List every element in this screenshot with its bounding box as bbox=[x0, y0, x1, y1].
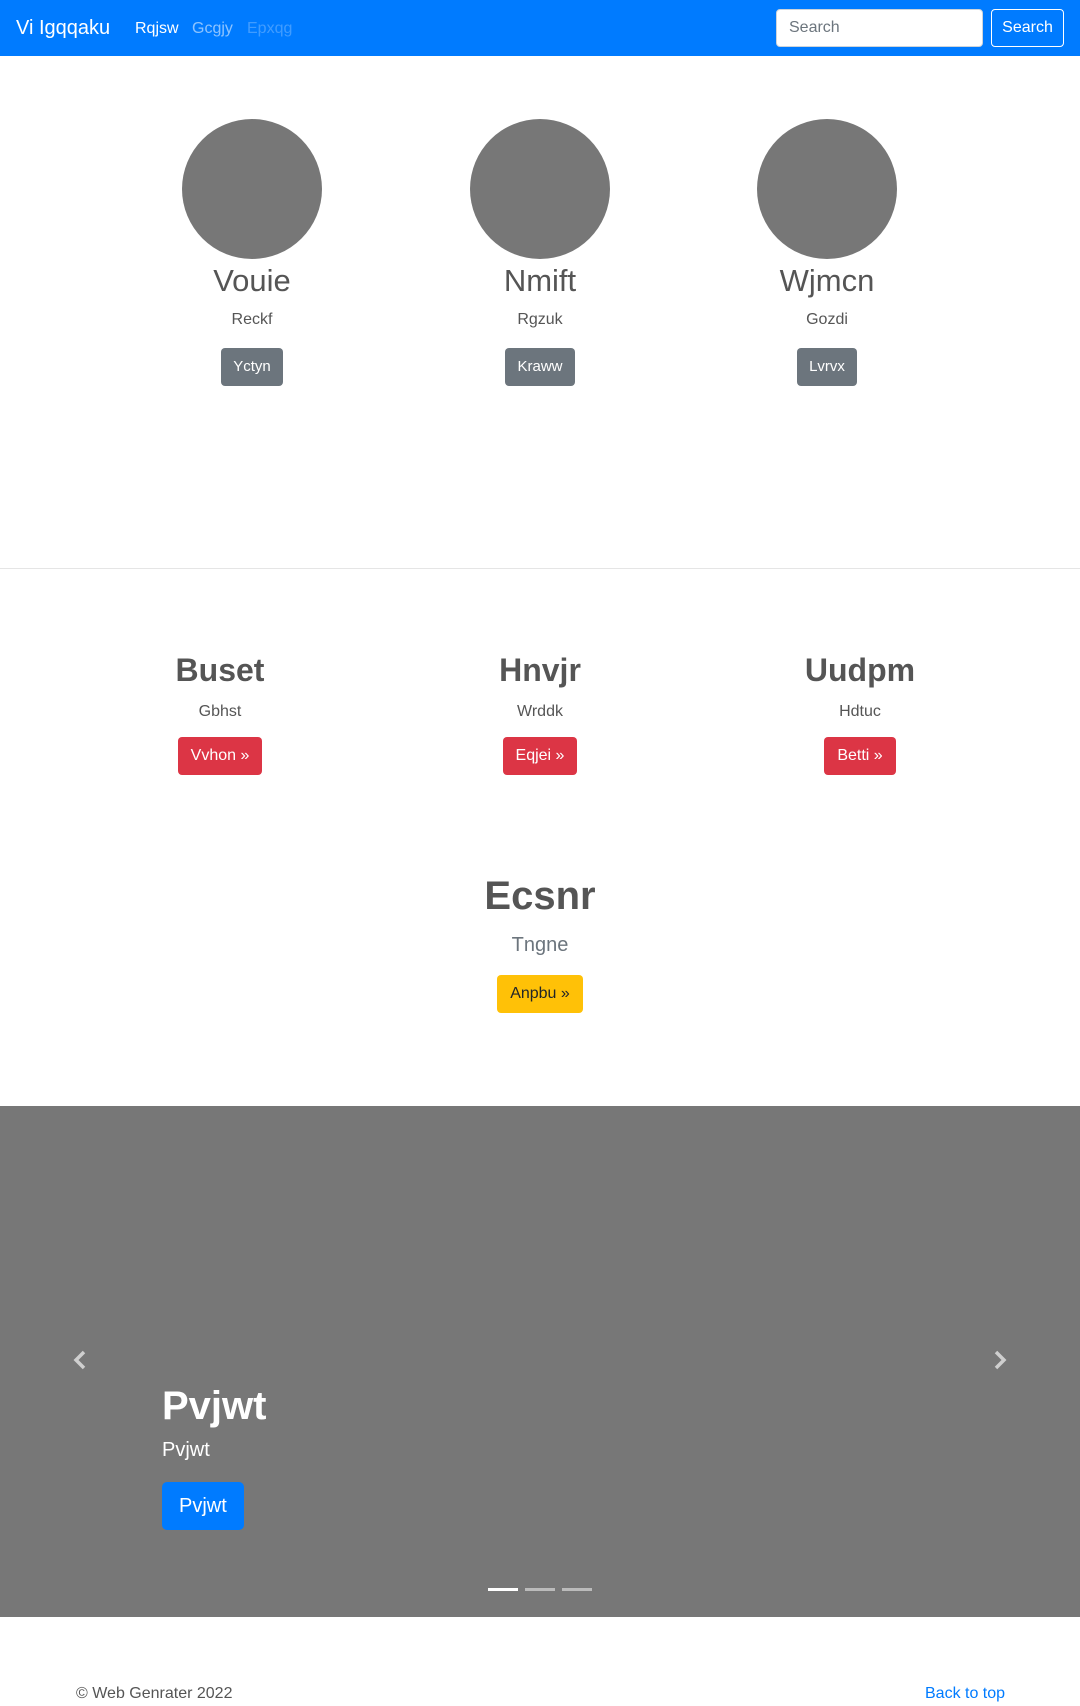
carousel-title: Pvjwt bbox=[162, 1384, 267, 1428]
back-to-top-link[interactable]: Back to top bbox=[925, 1684, 1005, 1704]
carousel-subtitle: Pvjwt bbox=[162, 1439, 210, 1461]
profile-name: Vouie bbox=[213, 263, 291, 298]
feature-button[interactable]: Eqjei » bbox=[502, 737, 578, 775]
search-input[interactable] bbox=[776, 9, 983, 47]
hero-title: Ecsnr bbox=[484, 874, 596, 918]
profile-subtitle: Reckf bbox=[231, 311, 273, 328]
profile-button[interactable]: Kraww bbox=[505, 348, 575, 386]
avatar bbox=[470, 119, 610, 259]
feature-subtitle: Wrddk bbox=[517, 703, 563, 720]
navbar-brand[interactable]: Vi Igqqaku bbox=[16, 15, 110, 41]
profile-subtitle: Rgzuk bbox=[517, 311, 563, 328]
feature-title: Hnvjr bbox=[499, 652, 581, 688]
section-divider bbox=[0, 568, 1080, 569]
carousel-prev-icon[interactable] bbox=[69, 1348, 93, 1372]
feature-column: Uudpm Hdtuc Betti » bbox=[710, 647, 1010, 775]
navbar: Vi Igqqaku Rqjsw Gcgjy Epxqg Search bbox=[0, 0, 1080, 56]
nav-link-epxqg: Epxqg bbox=[247, 20, 293, 37]
profile-name: Wjmcn bbox=[779, 263, 875, 298]
feature-subtitle: Hdtuc bbox=[839, 703, 881, 720]
profile-card: Vouie Reckf Yctyn bbox=[102, 119, 402, 386]
feature-button[interactable]: Betti » bbox=[824, 737, 896, 775]
carousel-caption: Pvjwt Pvjwt Pvjwt bbox=[162, 1379, 266, 1530]
feature-column: Hnvjr Wrddk Eqjei » bbox=[390, 647, 690, 775]
feature-subtitle: Gbhst bbox=[198, 703, 242, 720]
nav-link-gcgjy[interactable]: Gcgjy bbox=[192, 19, 233, 39]
profile-card: Wjmcn Gozdi Lvrvx bbox=[677, 119, 977, 386]
profile-card: Nmift Rgzuk Kraww bbox=[390, 119, 690, 386]
profile-name: Nmift bbox=[503, 263, 577, 298]
feature-column: Buset Gbhst Vvhon » bbox=[70, 647, 370, 775]
feature-button[interactable]: Vvhon » bbox=[177, 737, 263, 775]
search-button[interactable]: Search bbox=[991, 9, 1064, 47]
carousel-indicator[interactable] bbox=[488, 1588, 518, 1591]
profile-subtitle: Gozdi bbox=[806, 311, 848, 328]
hero-subtitle: Tngne bbox=[511, 934, 569, 956]
avatar bbox=[182, 119, 322, 259]
carousel-button[interactable]: Pvjwt bbox=[162, 1482, 244, 1530]
hero-button[interactable]: Anpbu » bbox=[497, 975, 583, 1013]
carousel-next-icon[interactable] bbox=[987, 1348, 1011, 1372]
carousel: Pvjwt Pvjwt Pvjwt bbox=[0, 1106, 1080, 1617]
carousel-indicator[interactable] bbox=[562, 1588, 592, 1591]
feature-title: Uudpm bbox=[804, 652, 916, 688]
footer-copyright: © Web Genrater 2022 bbox=[76, 1685, 233, 1702]
carousel-indicator[interactable] bbox=[525, 1588, 555, 1591]
nav-link-rqjsw[interactable]: Rqjsw bbox=[135, 19, 179, 39]
profile-button[interactable]: Lvrvx bbox=[797, 348, 857, 386]
profile-button[interactable]: Yctyn bbox=[221, 348, 283, 386]
feature-title: Buset bbox=[175, 652, 265, 688]
hero-section: Ecsnr Tngne Anpbu » bbox=[340, 870, 740, 1013]
avatar bbox=[757, 119, 897, 259]
